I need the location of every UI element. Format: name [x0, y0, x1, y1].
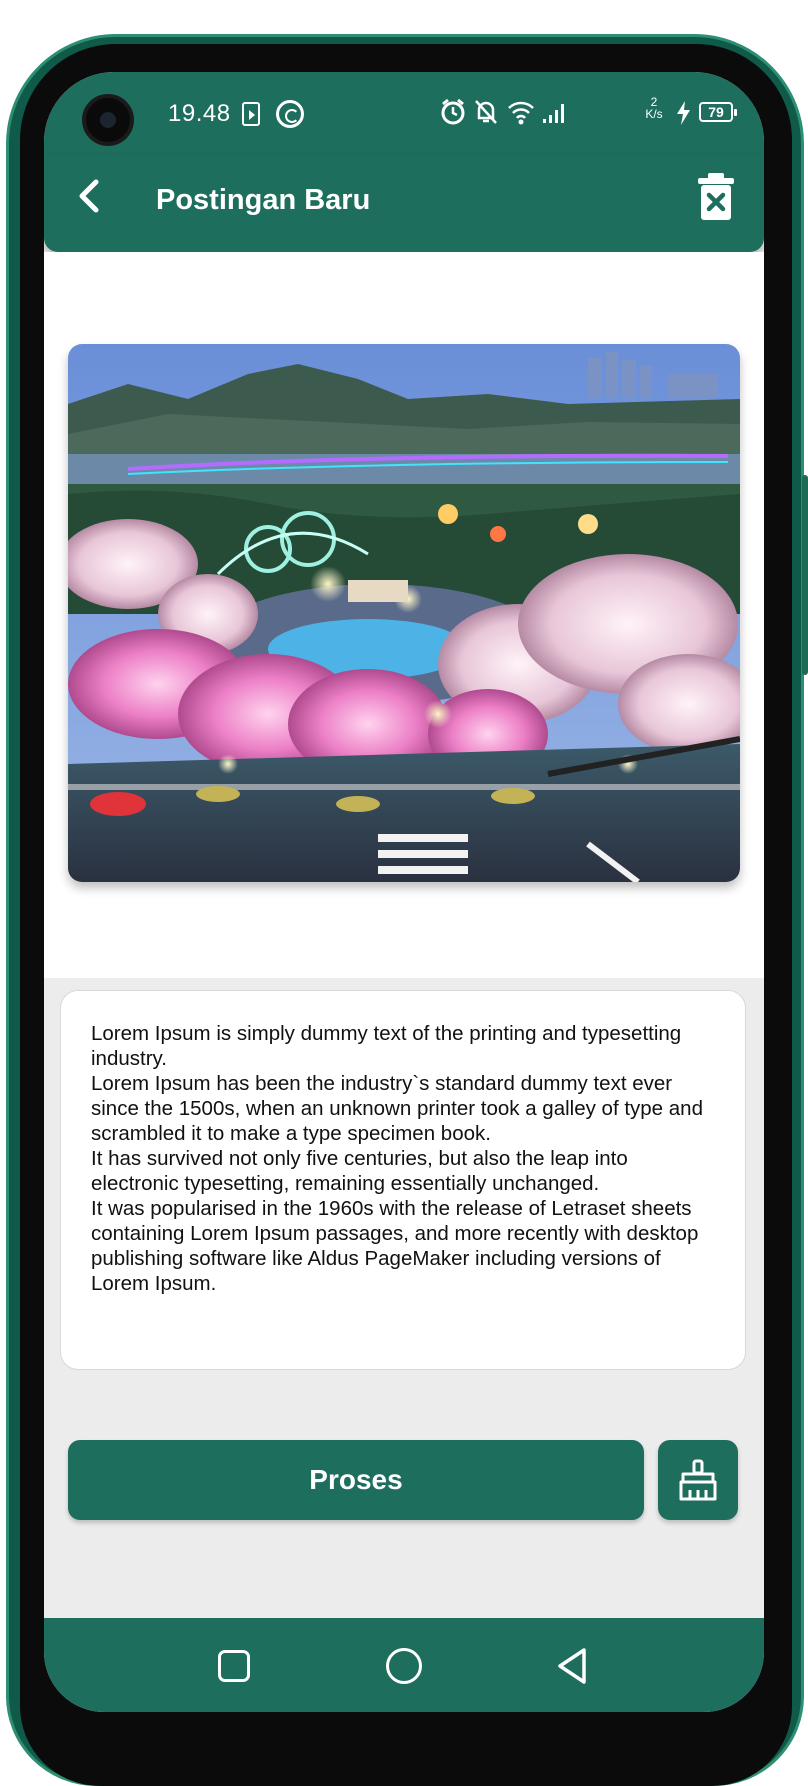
charging-icon	[677, 101, 690, 125]
battery-indicator: 79	[699, 102, 737, 122]
circle-icon[interactable]	[386, 1648, 422, 1684]
image-section	[44, 252, 764, 978]
network-speed: 2 K/s	[642, 96, 666, 120]
front-camera	[82, 94, 134, 146]
status-bar: 19.48 2 K/s 79	[44, 72, 764, 156]
clear-button[interactable]	[658, 1440, 738, 1520]
post-text-content: Lorem Ipsum is simply dummy text of the …	[91, 1022, 703, 1295]
triangle-back-icon[interactable]	[554, 1646, 590, 1686]
system-nav-bar	[44, 1618, 764, 1712]
post-text-field[interactable]: Lorem Ipsum is simply dummy text of the …	[60, 990, 746, 1370]
post-image[interactable]	[68, 344, 740, 882]
signal-icon	[543, 104, 564, 123]
amusement-park-photo	[68, 344, 740, 882]
process-button[interactable]: Proses	[68, 1440, 644, 1520]
wifi-icon	[508, 101, 534, 125]
back-arrow-icon[interactable]	[70, 176, 110, 216]
sync-icon	[276, 100, 304, 128]
square-icon[interactable]	[218, 1650, 250, 1682]
network-speed-unit: K/s	[645, 107, 663, 121]
status-time: 19.48	[168, 100, 231, 127]
broom-icon	[679, 1459, 717, 1501]
screen-record-icon	[242, 102, 260, 126]
screen: 19.48 2 K/s 79 Postingan Baru Lorem Ipsu…	[44, 72, 764, 1712]
page-title: Postingan Baru	[156, 184, 371, 216]
trash-icon[interactable]	[696, 172, 736, 222]
app-bar: Postingan Baru	[44, 156, 764, 252]
side-button	[802, 475, 808, 675]
mute-bell-icon	[475, 100, 497, 124]
alarm-icon	[441, 98, 465, 125]
